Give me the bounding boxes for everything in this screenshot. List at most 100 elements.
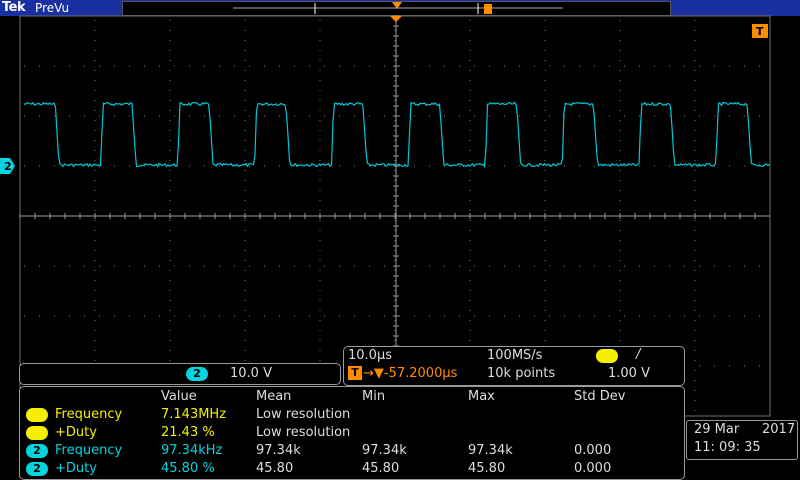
channel-scale-panel[interactable]: 2 10.0 V [19,363,341,385]
grid-dot [619,30,621,31]
date-time-panel[interactable]: 29 Mar 2017 11: 09: 35 [686,420,798,460]
grid-dot [474,265,475,267]
grid-dot [394,210,396,211]
grid-dot [169,80,171,81]
grid-dot [319,200,321,201]
grid-dot [174,265,175,267]
grid-dot [99,265,100,267]
grid-dot [94,330,96,331]
grid-dot [394,60,396,61]
horizontal-trigger-panel[interactable]: 10.0µs 100MS/s 1 / T →▼-57.2000µs 10k po… [343,346,685,386]
grid-dot [619,340,621,341]
measurement-mean: Low resolution [256,425,351,440]
grid-dot [594,65,595,67]
grid-dot [619,280,621,281]
grid-dot [354,165,355,167]
grid-dot [319,80,321,81]
measurement-mean: 97.34k [256,443,301,458]
time-per-div: 10.0µs [348,348,392,363]
grid-dot [699,365,700,367]
grid-dot [694,310,696,311]
grid-dot [244,90,246,91]
grid-dot [699,315,700,317]
grid-dot [384,65,385,67]
grid-dot [469,160,471,161]
grid-dot [414,115,415,117]
grid-dot [469,210,471,211]
grid-dot [169,220,171,221]
grid-dot [639,65,640,67]
grid-dot [469,190,471,191]
grid-dot [619,290,621,291]
trigger-level-marker[interactable]: T [752,24,768,38]
grid-dot [544,90,546,91]
grid-dot [394,290,396,291]
grid-dot [544,50,546,51]
grid-dot [169,70,171,71]
grid-dot [469,80,471,81]
grid-dot [394,220,396,221]
measurement-row[interactable]: 1 +Duty 21.43 % Low resolution [20,425,684,442]
grid-dot [249,265,250,267]
measurement-table[interactable]: Value Mean Min Max Std Dev 1 Frequency 7.1… [19,386,685,480]
grid-dot [469,330,471,331]
grid-dot [169,110,171,111]
measurement-row[interactable]: 2 +Duty 45.80 % 45.80 45.80 45.80 0.000 [20,461,684,478]
grid-dot [694,20,696,21]
grid-dot [619,190,621,191]
grid-dot [544,330,546,331]
grid-dot [744,115,745,117]
grid-dot [244,140,246,141]
grid-dot [369,265,370,267]
grid-dot [729,265,730,267]
grid-dot [319,240,321,241]
grid-dot [99,115,100,117]
trigger-source-badge: 1 [596,349,618,363]
grid-dot [504,115,505,117]
grid-dot [394,250,396,251]
grid-dot [564,165,565,167]
grid-dot [324,165,325,167]
grid-dot [169,360,171,361]
grid-dot [69,115,70,117]
grid-dot [759,115,760,117]
grid-dot [619,140,621,141]
grid-dot [694,380,696,381]
grid-dot [399,315,400,317]
grid-dot [94,270,96,271]
grid-dot [319,210,321,211]
grid-dot [279,265,280,267]
grid-dot [244,220,246,221]
grid-dot [639,165,640,167]
grid-dot [369,65,370,67]
grid-dot [694,190,696,191]
grid-dot [714,315,715,317]
grid-dot [619,160,621,161]
grid-dot [694,140,696,141]
grid-dot [519,65,520,67]
grid-dot [234,315,235,317]
grid-dot [94,160,96,161]
grid-dot [294,165,295,167]
grid-dot [619,50,621,51]
grid-dot [694,200,696,201]
grid-dot [469,290,471,291]
grid-dot [519,115,520,117]
grid-dot [469,310,471,311]
measurement-row[interactable]: 1 Frequency 7.143MHz Low resolution [20,407,684,424]
grid-dot [544,120,546,121]
grid-dot [694,210,696,211]
measurement-row[interactable]: 2 Frequency 97.34kHz 97.34k 97.34k 97.34k 0.00… [20,443,684,460]
grid-dot [519,165,520,167]
grid-dot [319,40,321,41]
grid-dot [669,315,670,317]
grid-dot [619,200,621,201]
ch2-ground-marker[interactable]: 2 [0,158,15,174]
grid-dot [469,30,471,31]
grid-dot [114,265,115,267]
grid-dot [694,60,696,61]
grid-dot [619,170,621,171]
grid-dot [54,315,55,317]
grid-dot [619,210,621,211]
grid-dot [544,280,546,281]
